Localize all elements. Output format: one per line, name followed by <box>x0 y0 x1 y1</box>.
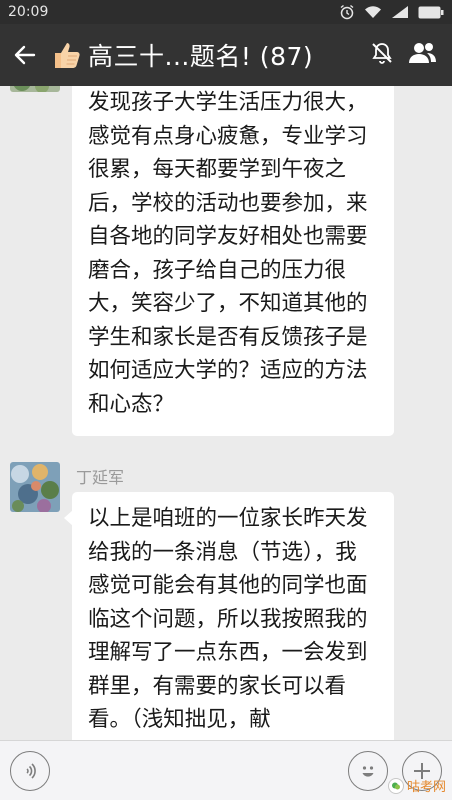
status-icons <box>339 4 444 20</box>
battery-icon <box>418 6 444 19</box>
watermark-text: 咕考网 <box>406 780 446 795</box>
group-members-icon[interactable] <box>408 41 438 69</box>
message-input[interactable] <box>50 751 348 791</box>
message-bubble[interactable]: 发现孩子大学生活压力很大，感觉有点身心疲惫，专业学习很累，每天都要学到午夜之后，… <box>72 86 394 436</box>
title-actions <box>370 41 452 69</box>
signal-icon <box>391 5 409 19</box>
alarm-icon <box>339 4 355 20</box>
message-text: 以上是咱班的一位家长昨天发给我的一条消息（节选），我感觉可能会有其他的同学也面临… <box>88 506 368 732</box>
status-time: 20:09 <box>8 4 49 20</box>
chat-title-bar: 高三十...题名! (87) <box>0 24 452 86</box>
input-bar <box>0 740 452 800</box>
message-text: 发现孩子大学生活压力很大，感觉有点身心疲惫，专业学习很累，每天都要学到午夜之后，… <box>88 90 368 417</box>
avatar[interactable] <box>10 462 60 512</box>
back-arrow-icon <box>14 45 36 65</box>
voice-button[interactable] <box>10 750 50 791</box>
watermark: 咕考网 <box>387 776 446 795</box>
smiley-icon <box>362 765 374 777</box>
voice-icon <box>26 762 36 779</box>
thumbs-up-icon <box>50 38 84 72</box>
status-bar: 20:09 <box>0 0 452 24</box>
message-list[interactable]: 发现孩子大学生活压力很大，感觉有点身心疲惫，专业学习很累，每天都要学到午夜之后，… <box>0 86 452 740</box>
avatar[interactable] <box>10 86 60 92</box>
sender-name: 丁延军 <box>76 468 125 487</box>
group-name: 高三十...题名! (87) <box>88 42 314 71</box>
wifi-icon <box>364 5 382 19</box>
wechat-logo-icon <box>387 777 404 794</box>
battery-indicator <box>418 6 444 19</box>
back-button[interactable] <box>0 24 50 86</box>
mute-bell-icon[interactable] <box>370 41 394 69</box>
message-bubble[interactable]: 以上是咱班的一位家长昨天发给我的一条消息（节选），我感觉可能会有其他的同学也面临… <box>64 492 394 740</box>
chat-title[interactable]: 高三十...题名! (87) <box>50 37 370 73</box>
emoji-button[interactable] <box>348 750 388 791</box>
